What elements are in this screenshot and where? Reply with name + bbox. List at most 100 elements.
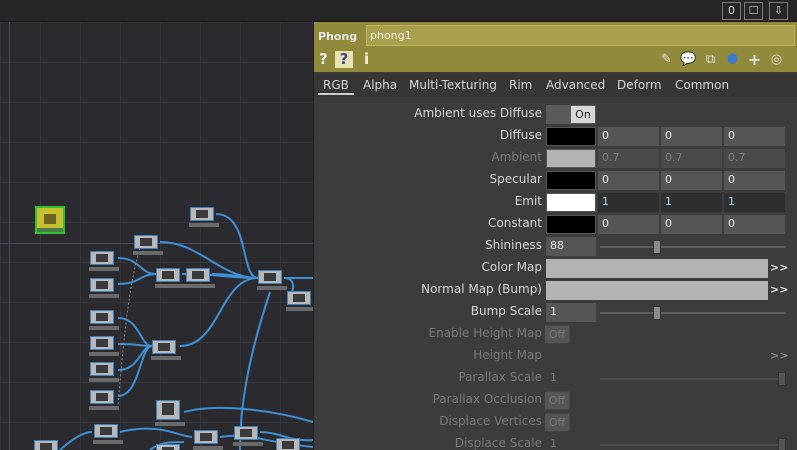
parallax-scale-field[interactable]: 1 bbox=[546, 369, 596, 388]
parallax-scale-slider[interactable] bbox=[600, 372, 786, 386]
plus-icon[interactable]: + bbox=[746, 51, 763, 68]
specular-b-field[interactable]: 0 bbox=[724, 171, 785, 190]
diffuse-color-swatch[interactable] bbox=[546, 127, 596, 146]
node[interactable] bbox=[193, 430, 223, 450]
node[interactable] bbox=[89, 278, 119, 298]
node[interactable] bbox=[156, 444, 180, 450]
title-bar: 0 ☐ ⇩ bbox=[0, 0, 797, 22]
displace-vertices-toggle[interactable]: Off bbox=[545, 413, 570, 432]
param-label: Shininess bbox=[485, 238, 542, 252]
emit-g-field[interactable]: 1 bbox=[661, 193, 722, 212]
maximize-button[interactable]: ☐ bbox=[744, 2, 763, 20]
constant-g-field[interactable]: 0 bbox=[661, 215, 722, 234]
ambient-g-field[interactable]: 0.7 bbox=[661, 149, 722, 168]
displace-scale-field[interactable]: 1 bbox=[546, 435, 596, 450]
clone-icon[interactable]: ⧉ bbox=[702, 51, 719, 68]
specular-g-field[interactable]: 0 bbox=[661, 171, 722, 190]
node[interactable] bbox=[89, 310, 119, 330]
param-label: Displace Scale bbox=[454, 436, 542, 450]
node[interactable] bbox=[89, 362, 119, 382]
color-map-expand-button[interactable]: >> bbox=[770, 261, 788, 274]
tab-common[interactable]: Common bbox=[670, 77, 734, 95]
info-icon[interactable]: i bbox=[364, 51, 369, 68]
bump-scale-slider[interactable] bbox=[600, 306, 786, 320]
network-editor[interactable] bbox=[0, 22, 313, 450]
target-icon[interactable]: ◎ bbox=[768, 51, 785, 68]
diffuse-r-field[interactable]: 0 bbox=[598, 127, 659, 146]
python-help-icon[interactable]: ? bbox=[335, 51, 353, 68]
node[interactable] bbox=[89, 251, 119, 271]
node[interactable] bbox=[233, 426, 263, 446]
pane-count-button[interactable]: 0 bbox=[722, 2, 741, 20]
tab-deform[interactable]: Deform bbox=[612, 77, 667, 95]
emit-b-field[interactable]: 1 bbox=[724, 193, 785, 212]
tab-rgb[interactable]: RGB bbox=[318, 77, 354, 95]
tab-alpha[interactable]: Alpha bbox=[358, 77, 402, 95]
node[interactable] bbox=[89, 336, 119, 356]
color-map-field[interactable] bbox=[546, 259, 768, 278]
ambient-uses-diffuse-toggle[interactable]: On bbox=[546, 105, 596, 124]
slider-handle[interactable] bbox=[653, 306, 661, 320]
node[interactable] bbox=[257, 270, 287, 290]
tab-multi-texturing[interactable]: Multi-Texturing bbox=[404, 77, 502, 95]
tab-advanced[interactable]: Advanced bbox=[541, 77, 610, 95]
ambient-color-swatch[interactable] bbox=[546, 149, 596, 168]
displace-scale-slider[interactable] bbox=[600, 438, 786, 450]
shininess-slider[interactable] bbox=[600, 240, 786, 254]
shininess-field[interactable]: 88 bbox=[546, 237, 596, 256]
normal-map-field[interactable] bbox=[546, 281, 768, 300]
comment-icon[interactable]: 💬 bbox=[680, 51, 697, 68]
node[interactable] bbox=[155, 400, 185, 426]
wire bbox=[59, 431, 93, 450]
node[interactable] bbox=[185, 268, 215, 288]
diffuse-b-field[interactable]: 0 bbox=[724, 127, 785, 146]
node-preview bbox=[240, 429, 252, 437]
slider-handle[interactable] bbox=[653, 240, 661, 254]
slider-handle[interactable] bbox=[778, 372, 786, 386]
specular-color-swatch[interactable] bbox=[546, 171, 596, 190]
ambient-r-field[interactable]: 0.7 bbox=[598, 149, 659, 168]
constant-color-swatch[interactable] bbox=[546, 215, 596, 234]
node[interactable] bbox=[286, 291, 313, 311]
node[interactable] bbox=[189, 207, 219, 227]
pencil-icon[interactable]: ✎ bbox=[658, 51, 675, 68]
node-label bbox=[89, 267, 119, 271]
node[interactable] bbox=[276, 438, 300, 450]
node-phong1-selected[interactable] bbox=[35, 206, 65, 234]
download-button[interactable]: ⇩ bbox=[769, 2, 788, 20]
node[interactable] bbox=[155, 268, 185, 288]
diffuse-g-field[interactable]: 0 bbox=[661, 127, 722, 146]
operator-name-field[interactable]: phong1 bbox=[366, 25, 795, 46]
emit-r-field[interactable]: 1 bbox=[598, 193, 659, 212]
parallax-occlusion-toggle[interactable]: Off bbox=[545, 391, 570, 410]
height-map-expand-button[interactable]: >> bbox=[770, 349, 788, 362]
bump-scale-field[interactable]: 1 bbox=[546, 303, 596, 322]
ambient-b-field[interactable]: 0.7 bbox=[724, 149, 785, 168]
emit-color-swatch[interactable] bbox=[546, 193, 596, 212]
help-icon[interactable]: ? bbox=[319, 51, 328, 68]
node-label bbox=[89, 294, 119, 298]
param-parallax-occlusion: Parallax Occlusion Off bbox=[314, 389, 797, 411]
node-label bbox=[155, 284, 185, 288]
operator-type-label: Phong bbox=[318, 30, 358, 43]
constant-b-field[interactable]: 0 bbox=[724, 215, 785, 234]
normal-map-expand-button[interactable]: >> bbox=[770, 283, 788, 296]
node[interactable] bbox=[93, 424, 123, 444]
node[interactable] bbox=[133, 235, 163, 255]
slider-handle[interactable] bbox=[778, 438, 786, 450]
node[interactable] bbox=[89, 390, 119, 410]
node-label bbox=[155, 422, 185, 426]
node-label bbox=[37, 228, 63, 232]
constant-r-field[interactable]: 0 bbox=[598, 215, 659, 234]
node[interactable] bbox=[34, 440, 58, 450]
node-label bbox=[93, 440, 123, 444]
param-label: Enable Height Map bbox=[428, 326, 543, 340]
node-preview bbox=[96, 365, 108, 373]
node[interactable] bbox=[151, 340, 181, 360]
python-icon[interactable]: ⬢ bbox=[724, 51, 741, 68]
wire bbox=[119, 427, 193, 438]
enable-height-map-toggle[interactable]: Off bbox=[545, 325, 570, 344]
toggle-state: Off bbox=[545, 414, 569, 431]
specular-r-field[interactable]: 0 bbox=[598, 171, 659, 190]
tab-rim[interactable]: Rim bbox=[504, 77, 537, 95]
